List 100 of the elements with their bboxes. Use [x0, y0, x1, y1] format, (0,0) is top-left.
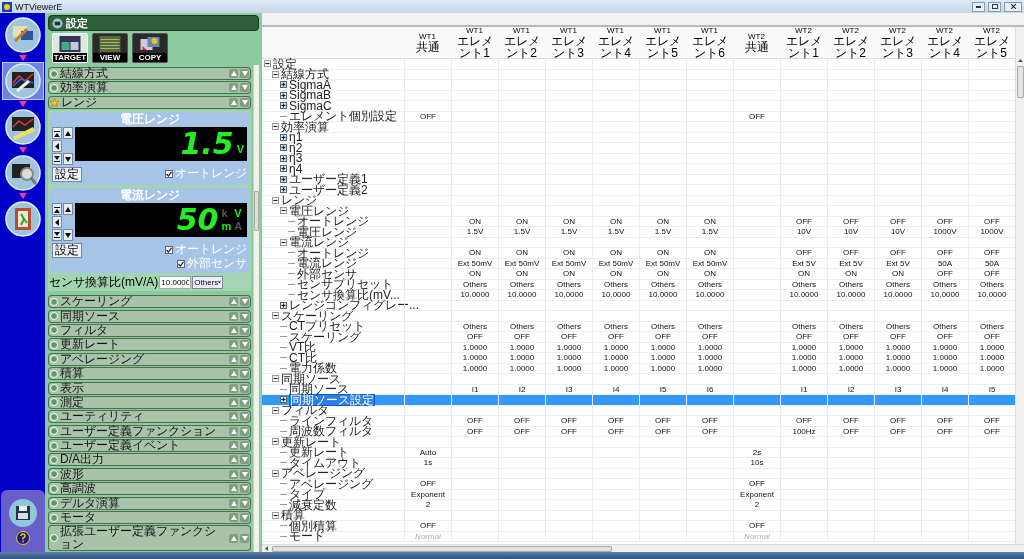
bottom-button[interactable]: [52, 153, 62, 166]
top-button[interactable]: [52, 203, 62, 216]
scroll-up-button[interactable]: [229, 297, 238, 307]
scroll-up-button[interactable]: [229, 83, 238, 93]
tree-label[interactable]: 周波数フィルタ: [289, 426, 373, 437]
tree-row[interactable]: タイムアウト 1s 10s: [262, 458, 1015, 469]
scrollbar-thumb[interactable]: [272, 545, 612, 552]
tree-row[interactable]: オートレンジ ON ON ON ON ON ON OFF OFF OFF OFF OFF: [262, 216, 1015, 227]
tree-label[interactable]: 設定: [273, 58, 297, 69]
scrollbar-thumb[interactable]: [254, 191, 259, 231]
tree-label[interactable]: ラインフィルタ: [289, 415, 373, 426]
tree-row[interactable]: センサ換算比(mV... 10.0000 10.0000 10.0000 10.0000 10.0000 10.0000 10.0000 10.0000 10.0000 10.0000 10.0000: [262, 290, 1015, 301]
tree-label[interactable]: センサプリセット: [297, 279, 393, 290]
expand-icon[interactable]: [280, 396, 287, 404]
tree-label[interactable]: 結線方式: [281, 69, 329, 80]
scroll-up-button[interactable]: [229, 469, 238, 479]
expand-icon[interactable]: [280, 144, 287, 152]
scroll-down-button[interactable]: [240, 354, 249, 364]
column-header[interactable]: WT2 エレメント1: [780, 27, 827, 58]
scroll-down-button[interactable]: [240, 469, 249, 479]
tree-label[interactable]: 電流レンジ: [289, 237, 349, 248]
column-header[interactable]: WT2 エレメント4: [921, 27, 968, 58]
collapse-icon[interactable]: [280, 207, 287, 215]
scroll-down-button[interactable]: [240, 83, 249, 93]
tree-label[interactable]: 効率演算: [281, 121, 329, 132]
tree-row[interactable]: アベレージング OFF OFF: [262, 479, 1015, 490]
collapse-icon[interactable]: [272, 123, 279, 131]
collapse-icon[interactable]: [280, 238, 287, 246]
settings-button[interactable]: 設定: [52, 243, 82, 259]
accordion-header[interactable]: ユーザー定義ファンクション: [48, 424, 251, 438]
tree-row[interactable]: 更新レート: [262, 437, 1015, 448]
accordion-header[interactable]: スケーリング: [48, 295, 251, 309]
column-header[interactable]: WT1 共通: [404, 27, 451, 58]
bottom-button[interactable]: [52, 229, 62, 242]
column-header[interactable]: WT1 エレメント5: [639, 27, 686, 58]
tree-label[interactable]: 電力係数: [289, 363, 337, 374]
scroll-up-button[interactable]: [229, 484, 238, 494]
scroll-up-button[interactable]: [229, 340, 238, 350]
tree-row[interactable]: η1: [262, 132, 1015, 143]
scroll-up-button[interactable]: [229, 533, 238, 543]
accordion-header[interactable]: D/A出力: [48, 453, 251, 467]
tree-label[interactable]: η3: [289, 153, 303, 164]
accordion-header[interactable]: 効率演算: [48, 81, 251, 95]
scroll-down-button[interactable]: [240, 383, 249, 393]
checkbox[interactable]: [165, 245, 173, 254]
scroll-up-button[interactable]: [229, 498, 238, 508]
tree-row[interactable]: タイプ Exponent Exponent: [262, 489, 1015, 500]
top-button[interactable]: [52, 127, 62, 140]
tree-row[interactable]: 外部センサ ON ON ON ON ON ON ON ON ON OFF OFF: [262, 269, 1015, 280]
tree-label[interactable]: アベレージング: [281, 468, 365, 479]
collapse-icon[interactable]: [272, 469, 279, 477]
up-button[interactable]: [63, 127, 73, 140]
toolbar-button[interactable]: TARGET: [52, 33, 88, 63]
tree-row[interactable]: VT比 1.0000 1.0000 1.0000 1.0000 1.0000 1.0000 1.0000 1.0000 1.0000 1.0000 1.0000: [262, 342, 1015, 353]
expand-icon[interactable]: [280, 165, 287, 173]
left-button[interactable]: [52, 140, 62, 153]
scrollbar-thumb[interactable]: [1016, 66, 1024, 98]
expand-icon[interactable]: [280, 81, 287, 89]
tree-row[interactable]: 結線方式: [262, 69, 1015, 80]
accordion-header[interactable]: 波形: [48, 467, 251, 481]
toolbar-button[interactable]: COPY: [132, 33, 168, 63]
scroll-up-button[interactable]: [229, 354, 238, 364]
tree-label[interactable]: タイプ: [289, 489, 325, 500]
tree-label[interactable]: SigmaC: [289, 100, 332, 111]
tree-row[interactable]: 電流レンジ: [262, 237, 1015, 248]
tree-row[interactable]: SigmaA: [262, 80, 1015, 91]
accordion-header[interactable]: 同期ソース: [48, 309, 251, 323]
scroll-up-button[interactable]: [229, 325, 238, 335]
expand-icon[interactable]: [280, 175, 287, 183]
settings-button[interactable]: 設定: [52, 167, 82, 183]
column-header[interactable]: WT1 エレメント6: [686, 27, 733, 58]
column-header[interactable]: WT2 エレメント5: [968, 27, 1015, 58]
collapse-icon[interactable]: [272, 511, 279, 519]
accordion-header[interactable]: 表示: [48, 381, 251, 395]
scroll-down-button[interactable]: [240, 455, 249, 465]
preset-dropdown[interactable]: Others: [192, 276, 224, 290]
scroll-up-button[interactable]: [229, 397, 238, 407]
tree-label[interactable]: ユーザー定義2: [289, 184, 368, 195]
tree-row[interactable]: フィルタ: [262, 405, 1015, 416]
expand-icon[interactable]: [280, 91, 287, 99]
tree-label[interactable]: 積算: [281, 510, 305, 521]
scroll-up-button[interactable]: [229, 426, 238, 436]
expand-icon[interactable]: [280, 102, 287, 110]
tree-label[interactable]: ユーザー定義1: [289, 174, 368, 185]
scroll-up-button[interactable]: [229, 69, 238, 78]
tree-label[interactable]: SigmaB: [289, 90, 332, 101]
toolbar-button[interactable]: VIEW: [92, 33, 128, 63]
scroll-down-button[interactable]: [240, 484, 249, 494]
tree-row[interactable]: 電力係数 1.0000 1.0000 1.0000 1.0000 1.0000 1.0000 1.0000 1.0000 1.0000 1.0000 1.0000: [262, 363, 1015, 374]
collapse-icon[interactable]: [272, 375, 279, 383]
accordion-header[interactable]: 高調波: [48, 482, 251, 496]
tree-label[interactable]: スケーリング: [281, 310, 353, 321]
close-button[interactable]: [1004, 1, 1022, 12]
accordion-header[interactable]: ユーティリティ: [48, 410, 251, 424]
tree-row[interactable]: 積算: [262, 510, 1015, 521]
tree-label[interactable]: アベレージング: [289, 478, 373, 489]
input-field[interactable]: 10.0000: [159, 276, 192, 290]
tree-label[interactable]: タイムアウト: [289, 457, 361, 468]
tree-row[interactable]: センサプリセット Others Others Others Others Others Others Others Others Others Others Others: [262, 279, 1015, 290]
checkbox[interactable]: [177, 259, 185, 268]
